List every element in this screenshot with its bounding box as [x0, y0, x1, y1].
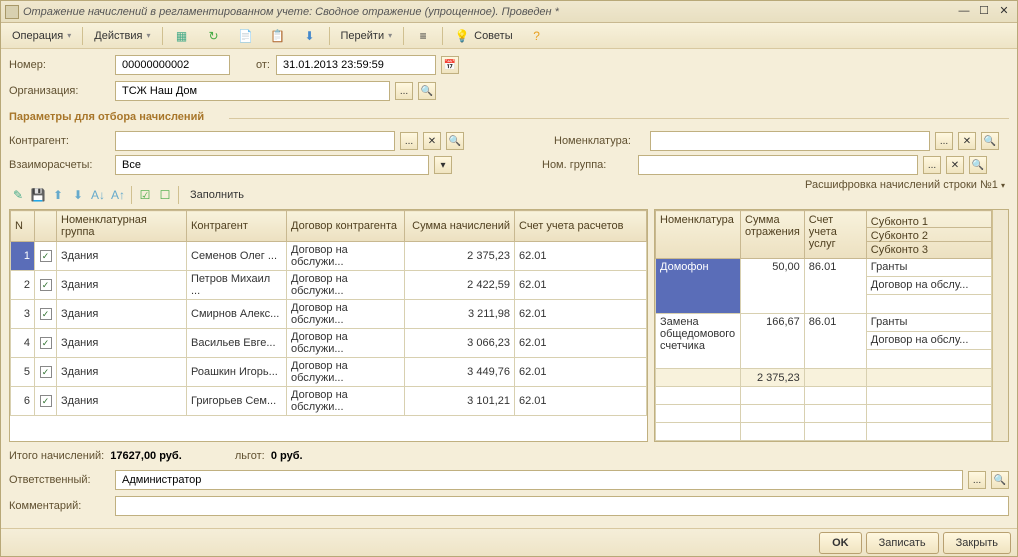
fill-button[interactable]: Заполнить: [183, 185, 251, 205]
operation-menu[interactable]: Операция▾: [5, 26, 78, 46]
table-row[interactable]: 6✓ЗданияГригорьев Сем...Договор на обслу…: [11, 387, 647, 416]
right-scrollbar[interactable]: [992, 210, 1008, 441]
comment-field[interactable]: [115, 496, 1009, 516]
content-area: Номер: от: 📅 Организация: ... 🔍 Параметр…: [1, 49, 1017, 528]
counterparty-clear[interactable]: ✕: [423, 132, 441, 150]
tool-icon-3[interactable]: 📄: [231, 26, 261, 46]
nomgroup-label: Ном. группа:: [542, 159, 632, 171]
responsible-field[interactable]: [115, 470, 963, 490]
left-grid[interactable]: NНоменклатурная группаКонтрагентДоговор …: [9, 209, 648, 442]
table-row[interactable]: 1✓ЗданияСеменов Олег ...Договор на обслу…: [11, 242, 647, 271]
table-row[interactable]: Домофон50,0086.01ГрантыДоговор на обслу.…: [656, 259, 992, 314]
tips-button[interactable]: 💡Советы: [447, 26, 519, 46]
close-window-button[interactable]: Закрыть: [943, 532, 1011, 554]
settlements-field[interactable]: [115, 155, 429, 175]
save-button[interactable]: Записать: [866, 532, 939, 554]
grid-down-icon[interactable]: ⬇: [69, 186, 87, 204]
grid-sort-asc-icon[interactable]: A↓: [89, 186, 107, 204]
nomenclature-select[interactable]: ...: [935, 132, 953, 150]
org-field[interactable]: [115, 81, 390, 101]
ok-button[interactable]: OK: [819, 532, 862, 554]
minimize-button[interactable]: —: [955, 4, 973, 20]
goto-menu[interactable]: Перейти▾: [334, 26, 400, 46]
responsible-open[interactable]: 🔍: [991, 471, 1009, 489]
date-field[interactable]: [276, 55, 436, 75]
table-row[interactable]: 2✓ЗданияПетров Михаил ...Договор на обсл…: [11, 271, 647, 300]
counterparty-label: Контрагент:: [9, 135, 109, 147]
filters-title: Параметры для отбора начислений: [9, 111, 1009, 125]
counterparty-select[interactable]: ...: [400, 132, 418, 150]
app-icon: [5, 5, 19, 19]
tool-icon-6[interactable]: ≡: [408, 26, 438, 46]
bottom-bar: OK Записать Закрыть: [1, 528, 1017, 556]
tool-icon-2[interactable]: ↻: [199, 26, 229, 46]
responsible-select[interactable]: ...: [968, 471, 986, 489]
settlements-drop[interactable]: ▾: [434, 156, 452, 174]
titlebar: Отражение начислений в регламентированно…: [1, 1, 1017, 23]
main-toolbar: Операция▾ Действия▾ ▦ ↻ 📄 📋 ⬇ Перейти▾ ≡…: [1, 23, 1017, 49]
number-label: Номер:: [9, 59, 109, 71]
grid-check-icon[interactable]: ☑: [136, 186, 154, 204]
nomgroup-open[interactable]: 🔍: [969, 156, 987, 174]
grid-edit-icon[interactable]: ✎: [9, 186, 27, 204]
tool-icon-1[interactable]: ▦: [167, 26, 197, 46]
date-picker-button[interactable]: 📅: [441, 56, 459, 74]
grid-uncheck-icon[interactable]: ☐: [156, 186, 174, 204]
table-row[interactable]: 5✓ЗданияРоашкин Игорь...Договор на обслу…: [11, 358, 647, 387]
counterparty-open[interactable]: 🔍: [446, 132, 464, 150]
maximize-button[interactable]: ☐: [975, 4, 993, 20]
grid-up-icon[interactable]: ⬆: [49, 186, 67, 204]
table-row[interactable]: 4✓ЗданияВасильев Евге...Договор на обслу…: [11, 329, 647, 358]
nomgroup-field[interactable]: [638, 155, 918, 175]
nomenclature-label: Номенклатура:: [554, 135, 644, 147]
table-row[interactable]: 3✓ЗданияСмирнов Алекс...Договор на обслу…: [11, 300, 647, 329]
totals-row: Итого начислений: 17627,00 руб. льгот: 0…: [9, 446, 1009, 466]
from-label: от:: [256, 59, 270, 71]
table-row[interactable]: Замена общедомового счетчика166,6786.01Г…: [656, 314, 992, 369]
right-grid[interactable]: НоменклатураСумма отраженияСчет учета ус…: [654, 209, 1009, 442]
nomenclature-field[interactable]: [650, 131, 930, 151]
close-button[interactable]: ✕: [995, 4, 1013, 20]
window-title: Отражение начислений в регламентированно…: [23, 6, 955, 18]
grid-toolbar: ✎ 💾 ⬆ ⬇ A↓ A↑ ☑ ☐ Заполнить: [9, 185, 648, 205]
right-grid-title: Расшифровка начислений строки №1 ▾: [654, 179, 1009, 205]
nomenclature-clear[interactable]: ✕: [958, 132, 976, 150]
org-select-button[interactable]: ...: [395, 82, 413, 100]
comment-label: Комментарий:: [9, 500, 109, 512]
grid-sort-desc-icon[interactable]: A↑: [109, 186, 127, 204]
responsible-label: Ответственный:: [9, 474, 109, 486]
nomenclature-open[interactable]: 🔍: [981, 132, 999, 150]
help-button[interactable]: ?: [522, 26, 552, 46]
actions-menu[interactable]: Действия▾: [87, 26, 157, 46]
settlements-label: Взаиморасчеты:: [9, 159, 109, 171]
org-label: Организация:: [9, 85, 109, 97]
grid-save-icon[interactable]: 💾: [29, 186, 47, 204]
nomgroup-clear[interactable]: ✕: [946, 156, 964, 174]
nomgroup-select[interactable]: ...: [923, 156, 941, 174]
tool-icon-4[interactable]: 📋: [263, 26, 293, 46]
org-open-button[interactable]: 🔍: [418, 82, 436, 100]
tool-icon-5[interactable]: ⬇: [295, 26, 325, 46]
number-field[interactable]: [115, 55, 230, 75]
app-window: Отражение начислений в регламентированно…: [0, 0, 1018, 557]
counterparty-field[interactable]: [115, 131, 395, 151]
